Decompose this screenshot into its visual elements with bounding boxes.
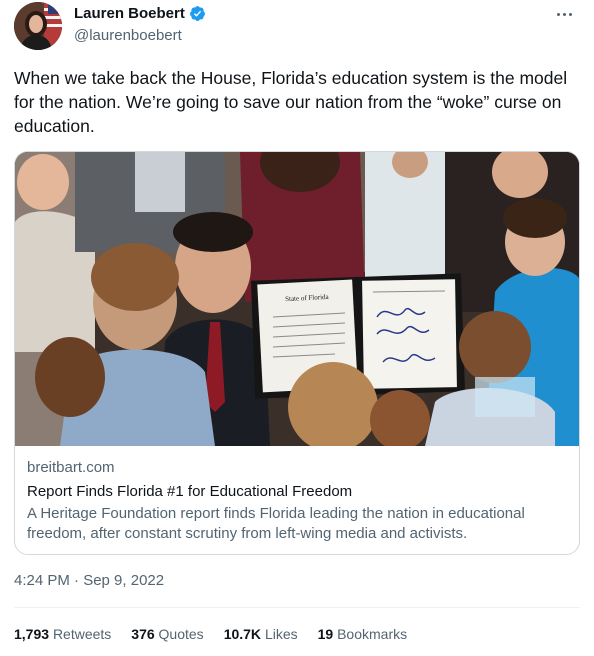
divider (14, 607, 580, 608)
stat-label: Retweets (52, 626, 112, 642)
stat-quotes[interactable]: 376 Quotes (131, 626, 203, 642)
author-name-row: Lauren Boebert (74, 5, 206, 22)
card-title: Report Finds Florida #1 for Educational … (27, 483, 353, 500)
stat-retweets[interactable]: 1,793 Retweets (14, 626, 111, 642)
stat-count: 1,793 (14, 626, 50, 642)
author-handle[interactable]: @laurenboebert (74, 27, 182, 44)
card-image: State of Florida (15, 152, 579, 446)
more-options-icon (562, 12, 566, 16)
tweet-text: When we take back the House, Florida’s e… (14, 68, 573, 136)
stat-bookmarks[interactable]: 19 Bookmarks (318, 626, 408, 642)
engagement-stats: 1,793 Retweets 376 Quotes 10.7K Likes 19… (14, 626, 407, 642)
avatar[interactable] (14, 2, 62, 50)
stat-count: 19 (317, 626, 334, 642)
tweet: Lauren Boebert @laurenboebert When we ta… (0, 0, 594, 656)
stat-likes[interactable]: 10.7K Likes (224, 626, 298, 642)
stat-label: Likes (264, 626, 298, 642)
verified-badge-icon (189, 5, 206, 22)
stat-count: 10.7K (223, 626, 262, 642)
stat-label: Bookmarks (337, 626, 408, 642)
stat-count: 376 (131, 626, 155, 642)
more-options-icon (556, 12, 560, 16)
tweet-timestamp[interactable]: 4:24 PM · Sep 9, 2022 (14, 572, 164, 589)
author-display-name[interactable]: Lauren Boebert (74, 5, 185, 22)
card-description: A Heritage Foundation report finds Flori… (27, 505, 525, 542)
more-options-icon (568, 12, 572, 16)
link-card[interactable]: State of Florida breitbart.com Report Fi… (14, 151, 580, 555)
card-meta: breitbart.com Report Finds Florida #1 fo… (27, 458, 567, 544)
card-domain: breitbart.com (27, 459, 115, 476)
more-options-button[interactable] (554, 4, 574, 24)
stat-label: Quotes (158, 626, 204, 642)
